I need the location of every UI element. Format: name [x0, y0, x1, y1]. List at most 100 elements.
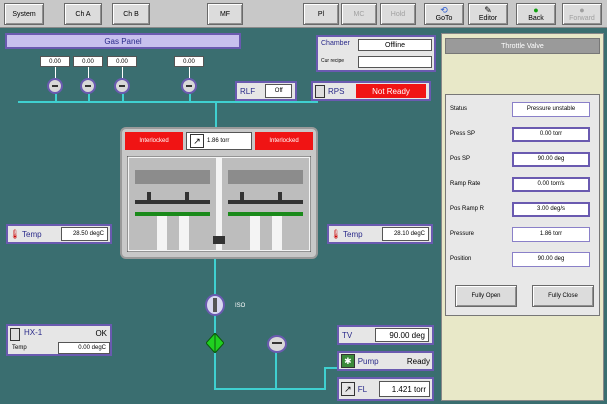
mf-button[interactable]: MF: [207, 3, 243, 25]
tv-value: 90.00 deg: [374, 328, 429, 342]
press-sp-row: Press SP 0.00 torr: [450, 126, 598, 142]
chamber-a-button[interactable]: Ch A: [64, 3, 102, 25]
back-button[interactable]: ● Back: [516, 3, 556, 25]
chamber-a-pedestal-2: [179, 216, 189, 250]
fully-close-button[interactable]: Fully Close: [532, 285, 594, 307]
pos-sp-row: Pos SP 90.00 deg: [450, 151, 598, 167]
throttle-valve-icon[interactable]: [206, 333, 224, 353]
chamber-a-heater: [135, 212, 210, 216]
hx-temp-value: 0.00 degC: [58, 342, 110, 354]
chamber-a-lid: [135, 170, 210, 184]
rps-label: RPS: [328, 86, 345, 96]
foreline-panel[interactable]: ↗ FL 1.421 torr: [337, 377, 434, 401]
hold-button[interactable]: Hold: [380, 3, 416, 25]
pos-sp-input[interactable]: 90.00 deg: [512, 151, 590, 167]
pressure-label: Pressure: [450, 231, 475, 237]
throttle-valve-title-text: Throttle Valve: [501, 42, 544, 50]
editor-button[interactable]: ✎ Editor: [468, 3, 508, 25]
gas-valve-4[interactable]: [181, 78, 197, 94]
chamber-a-pedestal-1: [157, 216, 167, 250]
chamber-inlet-pipe: [215, 101, 217, 127]
chamber-a-label: Ch A: [75, 10, 91, 18]
mfc-3-line: [122, 67, 123, 78]
fully-close-label: Fully Close: [548, 293, 578, 299]
forward-button[interactable]: ● Forward: [562, 3, 602, 25]
mfc-4-text: 0.00: [183, 58, 195, 65]
hx-panel[interactable]: HX-1 OK Temp 0.00 degC: [6, 324, 112, 356]
bypass-valve[interactable]: [267, 335, 287, 353]
ramp-rate-input[interactable]: 0.00 torr/s: [512, 176, 590, 192]
chamber-pressure-value: 1.86 torr: [207, 138, 230, 144]
system-button[interactable]: System: [4, 3, 44, 25]
mfc-1-value: 0.00: [40, 56, 70, 67]
mfc-2-value: 0.00: [73, 56, 103, 67]
gas-manifold-pipe: [18, 101, 318, 103]
exhaust-bottom-pipe: [214, 388, 326, 390]
hold-label: Hold: [390, 10, 406, 18]
iso-valve-label: ISO: [235, 303, 246, 309]
gas-panel-title[interactable]: Gas Panel: [5, 33, 241, 49]
temp-right-panel[interactable]: 🌡 Temp 28.10 degC: [327, 224, 433, 244]
fully-open-label: Fully Open: [471, 293, 501, 299]
pos-ramp-input[interactable]: 3.00 deg/s: [512, 201, 590, 217]
gauge-icon: ↗: [190, 134, 204, 148]
gas-valve-3[interactable]: [114, 78, 130, 94]
chamber-status-label: Chamber: [321, 40, 350, 47]
status-row: Status Pressure unstable: [450, 101, 598, 117]
mfc-4-value: 0.00: [174, 56, 204, 67]
foreline-value: 1.421 torr: [379, 381, 430, 397]
hx-temp-label: Temp: [12, 345, 27, 351]
chamber-exhaust-port: [213, 236, 225, 244]
fully-open-button[interactable]: Fully Open: [455, 285, 517, 307]
mfc-2-line: [88, 67, 89, 78]
current-recipe-value: [358, 56, 432, 68]
rlf-panel[interactable]: RLF Off: [235, 81, 297, 101]
gauge-icon: ↗: [341, 382, 355, 396]
toolbar-button-a-label: Pl: [317, 10, 325, 18]
bypass-drop-pipe: [275, 352, 277, 389]
gas-valve-2[interactable]: [80, 78, 96, 94]
mfc-3-text: 0.00: [116, 58, 128, 65]
pump-panel[interactable]: ✱ Pump Ready: [337, 351, 434, 371]
ramp-rate-label: Ramp Rate: [450, 181, 481, 187]
chamber-b-button[interactable]: Ch B: [112, 3, 150, 25]
position-row: Position 90.00 deg: [450, 251, 598, 267]
pos-ramp-row: Pos Ramp R 3.00 deg/s: [450, 201, 598, 217]
iso-valve[interactable]: [205, 294, 225, 316]
throttle-valve-title: Throttle Valve: [445, 38, 600, 54]
gas-panel-title-text: Gas Panel: [104, 36, 142, 46]
chamber-b-showerhead: [228, 200, 303, 204]
chamber-b-lid: [228, 170, 303, 184]
temp-left-label: Temp: [22, 229, 42, 239]
chamber-status-panel[interactable]: Chamber Offline Cur recipe: [316, 35, 436, 72]
chamber-diagram[interactable]: Interlocked ↗ 1.86 torr Interlocked: [120, 127, 318, 259]
forward-label: Forward: [569, 15, 595, 22]
goto-button[interactable]: ⟲ GoTo: [424, 3, 464, 25]
interlocked-right-badge: Interlocked: [255, 132, 313, 150]
toolbar-button-b[interactable]: MC: [341, 3, 377, 25]
ramp-rate-row: Ramp Rate 0.00 torr/s: [450, 176, 598, 192]
position-label: Position: [450, 256, 472, 262]
mfc-2-text: 0.00: [82, 58, 94, 65]
chamber-b-label: Ch B: [123, 10, 139, 18]
temp-left-value: 28.50 degC: [61, 227, 108, 241]
chamber-a-showerhead: [135, 200, 210, 204]
throttle-valve-panel: Throttle Valve Status Pressure unstable …: [441, 33, 604, 401]
toolbar-button-a[interactable]: Pl: [303, 3, 339, 25]
throttle-valve-details: Status Pressure unstable Press SP 0.00 t…: [445, 94, 600, 316]
tv-panel[interactable]: TV 90.00 deg: [337, 325, 434, 345]
mfc-4-line: [189, 67, 190, 78]
goto-label: GoTo: [435, 15, 453, 22]
pump-icon: ✱: [341, 354, 355, 368]
temp-left-panel[interactable]: 🌡 Temp 28.50 degC: [6, 224, 112, 244]
gas-valve-1[interactable]: [47, 78, 63, 94]
hx-icon: [10, 328, 20, 341]
rlf-label: RLF: [240, 86, 256, 96]
mfc-1-text: 0.00: [49, 58, 61, 65]
rps-panel[interactable]: RPS Not Ready: [311, 81, 431, 101]
pressure-value: 1.86 torr: [512, 226, 590, 242]
status-label: Status: [450, 106, 468, 112]
press-sp-input[interactable]: 0.00 torr: [512, 126, 590, 142]
chamber-status-value: Offline: [358, 39, 432, 51]
pressure-row: Pressure 1.86 torr: [450, 226, 598, 242]
